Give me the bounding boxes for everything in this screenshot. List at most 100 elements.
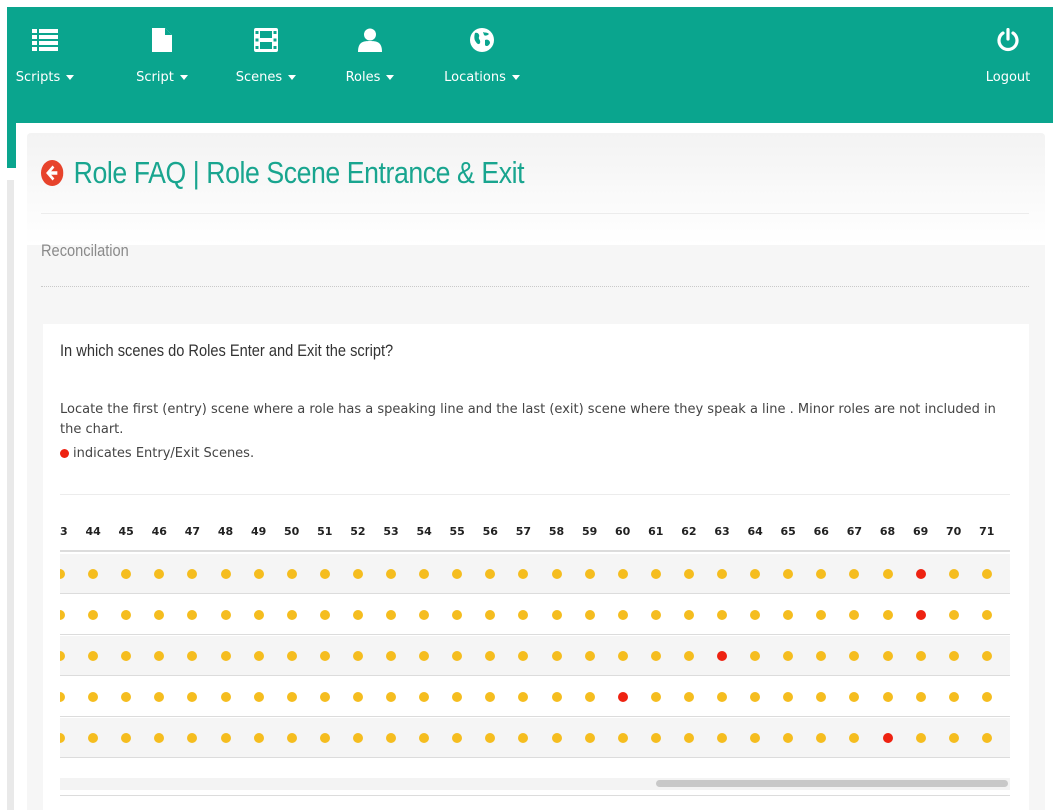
scene-dot — [187, 610, 198, 620]
scene-dot — [849, 733, 860, 743]
scene-column-label: 60 — [615, 525, 631, 538]
scene-column-label: 56 — [482, 525, 498, 538]
scene-dot — [121, 569, 132, 579]
scene-dot — [187, 733, 198, 743]
scene-dot — [419, 692, 430, 702]
scene-dot — [319, 651, 330, 661]
scene-dot — [60, 733, 65, 743]
scene-dot — [518, 569, 529, 579]
list-icon — [30, 27, 60, 53]
scene-dot — [849, 610, 860, 620]
scene-dot — [154, 651, 165, 661]
scene-dot — [750, 733, 761, 743]
scene-dot — [121, 610, 132, 620]
scene-dot — [816, 733, 827, 743]
nav-scripts[interactable]: Scripts — [7, 7, 83, 107]
scene-dot — [783, 733, 794, 743]
scene-dot — [750, 651, 761, 661]
nav-locations[interactable]: Locations — [427, 7, 537, 107]
scene-dot — [220, 692, 231, 702]
scene-column-label: 57 — [515, 525, 532, 538]
scene-dot — [551, 569, 562, 579]
nav-scenes[interactable]: Scenes — [221, 7, 311, 107]
scene-dot — [485, 692, 496, 702]
scene-dot — [981, 610, 992, 620]
page-title-text: Role FAQ | Role Scene Entrance & Exit — [73, 155, 525, 190]
scene-dot — [419, 610, 430, 620]
scene-dot — [683, 651, 694, 661]
entry-exit-dot — [717, 651, 727, 661]
scene-column-label: 59 — [581, 525, 598, 538]
scene-column-label: 49 — [250, 525, 267, 538]
scene-dot — [717, 610, 727, 620]
scene-dot — [88, 569, 99, 579]
scene-column-label: 45 — [118, 525, 134, 538]
scene-column-label: 62 — [681, 525, 697, 538]
scene-dot — [750, 692, 761, 702]
scene-dot — [915, 692, 926, 702]
scene-dot — [816, 651, 827, 661]
card-description: Locate the first (entry) scene where a r… — [60, 402, 996, 437]
scene-dot — [882, 610, 893, 620]
entry-exit-dot — [882, 733, 893, 743]
scene-dot — [882, 651, 893, 661]
scene-dot — [783, 569, 794, 579]
scene-dot — [187, 692, 198, 702]
nav-script[interactable]: Script — [119, 7, 205, 107]
scene-column-label: 46 — [151, 525, 167, 538]
scene-dot — [981, 569, 992, 579]
divider — [60, 494, 1010, 495]
scene-dot — [948, 610, 959, 620]
nav-logout[interactable]: Logout — [975, 7, 1041, 107]
scene-chart[interactable]: 43 44 45 46 47 48 49 50 51 52 53 54 55 56 57 58 59 60 61 62… — [60, 512, 1010, 797]
scene-dot — [386, 692, 396, 702]
entry-exit-dot — [915, 569, 926, 579]
scene-dot — [452, 651, 463, 661]
top-navbar: Scripts Script Scenes Roles Locations Lo… — [7, 7, 1053, 123]
scene-dot — [948, 651, 959, 661]
scene-dot — [88, 651, 99, 661]
scene-column-label: 48 — [217, 525, 234, 538]
scene-dot — [352, 692, 363, 702]
scene-dot — [849, 692, 860, 702]
scene-column-label: 70 — [946, 525, 962, 538]
scene-column-label: 58 — [548, 525, 565, 538]
scene-dot — [286, 733, 297, 743]
scene-dot — [154, 610, 165, 620]
scene-dot — [419, 569, 430, 579]
scene-dot — [452, 692, 463, 702]
scene-dot — [485, 651, 496, 661]
left-sidebar-rail — [7, 180, 14, 810]
scene-dot — [816, 692, 827, 702]
scene-dot — [617, 569, 628, 579]
scene-dot — [717, 733, 727, 743]
scene-dot — [485, 733, 496, 743]
scene-dot — [319, 610, 330, 620]
scene-dot — [948, 692, 959, 702]
scene-dot — [981, 692, 992, 702]
scene-dot — [419, 651, 430, 661]
divider — [60, 795, 1010, 796]
scene-column-label: 54 — [416, 525, 432, 538]
nav-scenes-label: Scenes — [235, 70, 283, 85]
scene-dot — [121, 733, 132, 743]
scene-column-label: 44 — [85, 525, 101, 538]
scene-column-label: 51 — [317, 525, 333, 538]
scene-dot — [717, 692, 727, 702]
scene-dot — [882, 692, 893, 702]
scene-column-label: 65 — [780, 525, 796, 538]
scene-dot — [816, 610, 827, 620]
back-arrow-icon[interactable] — [41, 160, 64, 186]
scene-column-label: 55 — [449, 525, 465, 538]
scene-dot — [518, 692, 529, 702]
scrollbar-thumb[interactable] — [656, 780, 1008, 787]
scene-dot — [584, 692, 595, 702]
nav-roles[interactable]: Roles — [330, 7, 410, 107]
scene-dot — [783, 651, 794, 661]
scene-column-label: 71 — [979, 525, 995, 538]
scene-dot — [352, 569, 363, 579]
scene-dot — [584, 733, 595, 743]
scene-dot — [816, 569, 827, 579]
entry-exit-dot-icon — [60, 449, 69, 458]
scene-dot — [683, 610, 694, 620]
